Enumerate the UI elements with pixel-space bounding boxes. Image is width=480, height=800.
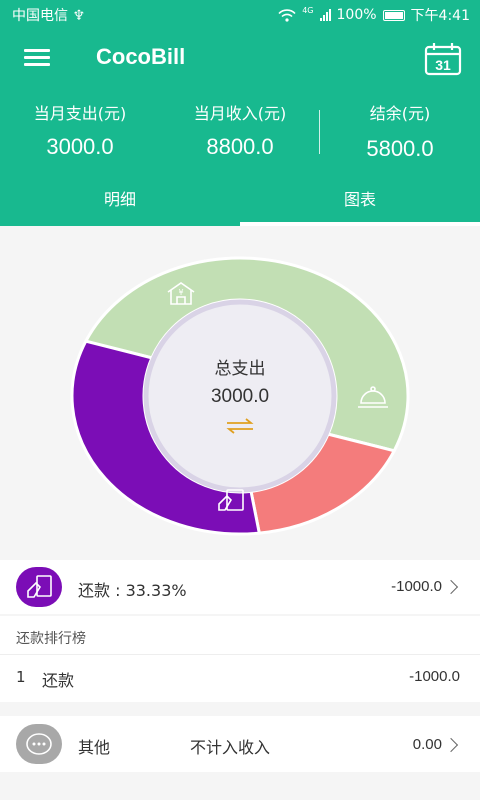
ranking-title: 还款排行榜	[16, 631, 86, 647]
other-category-row[interactable]: 其他 不计入收入 0.00	[0, 716, 480, 772]
status-bar: 中国电信 ♆ 4G 100% 下午4:41	[0, 0, 480, 28]
battery-percent: 100%	[336, 7, 377, 23]
other-category-amount: 0.00	[412, 736, 442, 753]
svg-text:¥: ¥	[178, 288, 183, 297]
chevron-right-icon	[443, 737, 459, 753]
chevron-right-icon	[443, 579, 459, 595]
summary-divider	[319, 110, 320, 154]
ranking-section: 还款排行榜 1 还款 -1000.0	[0, 616, 480, 702]
tab-charts[interactable]: 图表	[240, 180, 480, 226]
card-hand-icon	[16, 567, 62, 607]
other-category-name: 其他	[78, 738, 111, 757]
summary-balance-value: 5800.0	[366, 136, 434, 161]
divider	[0, 654, 480, 655]
summary-income-label: 当月收入(元)	[193, 104, 287, 123]
menu-icon[interactable]	[24, 49, 50, 67]
wifi-icon	[278, 8, 296, 22]
summary-expense: 当月支出(元) 3000.0	[20, 100, 140, 160]
tab-details[interactable]: 明细	[0, 180, 240, 226]
ranking-name: 还款	[42, 671, 75, 690]
app-title: CocoBill	[96, 44, 186, 69]
chart-area: ¥ 总支出 3000.0	[0, 226, 480, 558]
carrier-text: 中国电信 ♆	[12, 8, 86, 24]
summary-income: 当月收入(元) 8800.0	[180, 100, 300, 160]
app-bar: CocoBill 31	[0, 28, 480, 90]
selected-category-label: 还款 : 33.33%	[78, 581, 187, 600]
summary-expense-label: 当月支出(元)	[33, 104, 127, 123]
ranking-rank: 1	[16, 668, 26, 686]
battery-icon	[382, 9, 405, 21]
summary-balance: 结余(元) 5800.0	[340, 100, 460, 162]
more-dots-icon	[16, 724, 62, 764]
selected-category-row[interactable]: 还款 : 33.33% -1000.0	[0, 560, 480, 614]
network-type: 4G	[302, 5, 314, 15]
donut-center-title: 总支出	[214, 359, 266, 379]
other-category-note: 不计入收入	[190, 738, 271, 757]
ranking-amount: -1000.0	[409, 668, 460, 685]
tab-bar: 明细 图表	[0, 180, 480, 226]
summary-income-value: 8800.0	[206, 134, 274, 159]
selected-category-amount: -1000.0	[391, 578, 442, 595]
ranking-item[interactable]: 1 还款 -1000.0	[0, 658, 480, 698]
calendar-icon[interactable]: 31	[424, 42, 462, 76]
month-summary: 当月支出(元) 3000.0 当月收入(元) 8800.0 结余(元) 5800…	[0, 90, 480, 180]
summary-balance-label: 结余(元)	[369, 104, 431, 123]
signal-icon	[319, 9, 331, 21]
clock-time: 下午4:41	[410, 8, 470, 24]
summary-expense-value: 3000.0	[46, 134, 114, 159]
calendar-day: 31	[435, 57, 451, 73]
donut-center-value: 3000.0	[210, 386, 270, 407]
swap-icon[interactable]	[225, 418, 255, 434]
